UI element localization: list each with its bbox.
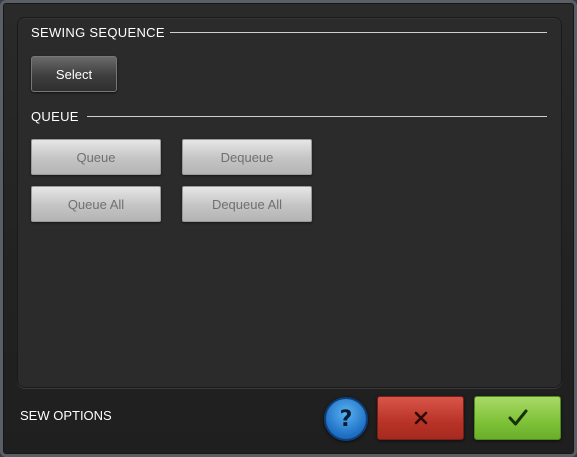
dequeue-all-button[interactable]: Dequeue All: [182, 186, 312, 222]
sew-options-label: SEW OPTIONS: [20, 408, 112, 423]
sewing-sequence-divider: [170, 32, 547, 33]
dequeue-button[interactable]: Dequeue: [182, 139, 312, 175]
queue-button[interactable]: Queue: [31, 139, 161, 175]
close-icon: [414, 411, 427, 425]
cancel-button[interactable]: [377, 396, 464, 440]
queue-title: QUEUE: [31, 109, 79, 124]
ok-button[interactable]: [474, 396, 561, 440]
queue-divider: [87, 116, 547, 117]
queue-all-button[interactable]: Queue All: [31, 186, 161, 222]
select-button[interactable]: Select: [31, 56, 117, 92]
checkmark-icon: [508, 409, 527, 426]
help-button[interactable]: ?: [324, 397, 368, 441]
sewing-sequence-title: SEWING SEQUENCE: [31, 25, 165, 40]
help-icon: ?: [339, 406, 353, 432]
